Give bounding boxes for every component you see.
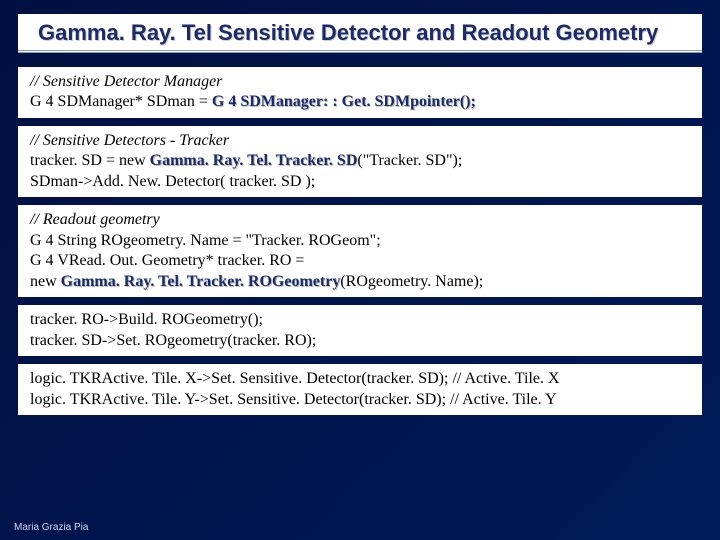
slide-title: Gamma. Ray. Tel Sensitive Detector and R… xyxy=(18,14,702,53)
code-line: G 4 SDManager* SDman = G 4 SDManager: : … xyxy=(30,92,692,112)
code-text: G 4 SDManager* SDman = xyxy=(30,93,212,110)
code-line: SDman->Add. New. Detector( tracker. SD )… xyxy=(30,172,692,192)
comment-line: // Sensitive Detectors - Tracker xyxy=(30,131,692,151)
footer-author: Maria Grazia Pia xyxy=(14,522,88,533)
code-text: new xyxy=(30,273,61,290)
content-area: // Sensitive Detector Manager G 4 SDMana… xyxy=(18,67,702,415)
code-line: G 4 VRead. Out. Geometry* tracker. RO = xyxy=(30,251,692,271)
code-text: (ROgeometry. Name); xyxy=(340,273,483,290)
code-block-5: logic. TKRActive. Tile. X->Set. Sensitiv… xyxy=(18,364,702,415)
code-block-4: tracker. RO->Build. ROGeometry(); tracke… xyxy=(18,305,702,356)
code-block-3: // Readout geometry G 4 String ROgeometr… xyxy=(18,205,702,297)
code-line: logic. TKRActive. Tile. Y->Set. Sensitiv… xyxy=(30,390,692,410)
slide: Gamma. Ray. Tel Sensitive Detector and R… xyxy=(0,0,720,540)
code-line: tracker. SD->Set. ROgeometry(tracker. RO… xyxy=(30,331,692,351)
code-line: logic. TKRActive. Tile. X->Set. Sensitiv… xyxy=(30,369,692,389)
comment-line: // Sensitive Detector Manager xyxy=(30,72,692,92)
code-block-2: // Sensitive Detectors - Tracker tracker… xyxy=(18,126,702,197)
highlighted-code: Gamma. Ray. Tel. Tracker. ROGeometry xyxy=(61,273,341,290)
highlighted-code: G 4 SDManager: : Get. SDMpointer(); xyxy=(212,93,476,110)
highlighted-code: Gamma. Ray. Tel. Tracker. SD xyxy=(150,152,358,169)
code-block-1: // Sensitive Detector Manager G 4 SDMana… xyxy=(18,67,702,118)
code-line: tracker. RO->Build. ROGeometry(); xyxy=(30,310,692,330)
code-text: tracker. SD = new xyxy=(30,152,150,169)
comment-line: // Readout geometry xyxy=(30,210,692,230)
code-line: new Gamma. Ray. Tel. Tracker. ROGeometry… xyxy=(30,272,692,292)
code-text: ("Tracker. SD"); xyxy=(357,152,462,169)
code-line: tracker. SD = new Gamma. Ray. Tel. Track… xyxy=(30,151,692,171)
code-line: G 4 String ROgeometry. Name = "Tracker. … xyxy=(30,231,692,251)
